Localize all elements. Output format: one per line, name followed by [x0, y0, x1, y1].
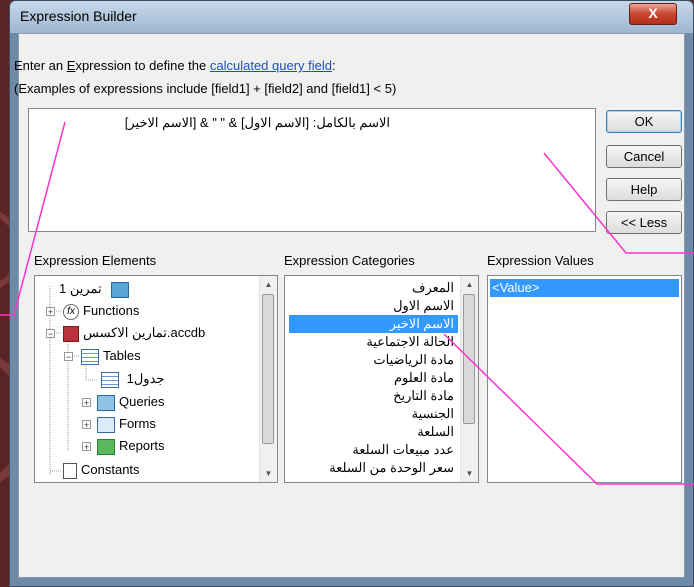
- constants-label: Constants: [81, 462, 140, 477]
- scroll-thumb[interactable]: [463, 294, 475, 424]
- database-label: تمارين الاكسس.accdb: [83, 325, 206, 340]
- expression-text[interactable]: الاسم بالكامل: [الاسم الاول] & " " & [ال…: [125, 115, 390, 131]
- cancel-button[interactable]: Cancel: [606, 145, 682, 168]
- queries-icon: [97, 394, 115, 411]
- reports-label: Reports: [119, 438, 165, 453]
- category-item[interactable]: عدد مبيعات السلعة: [289, 441, 458, 459]
- category-item[interactable]: الحالة الاجتماعية: [289, 333, 458, 351]
- less-button[interactable]: << Less: [606, 211, 682, 234]
- query-icon: [111, 281, 130, 298]
- category-item[interactable]: المعرف: [289, 279, 458, 297]
- intro-mid: xpression to define the: [75, 58, 210, 73]
- queries-label: Queries: [119, 394, 165, 409]
- categories-scrollbar[interactable]: ▲ ▼: [460, 276, 478, 482]
- forms-icon: [97, 416, 115, 433]
- expand-reports[interactable]: +: [82, 442, 91, 452]
- category-item[interactable]: مادة التاريخ: [289, 387, 458, 405]
- tree-item-queries[interactable]: Queries: [97, 391, 165, 413]
- dialog-title: Expression Builder: [20, 8, 137, 24]
- forms-label: Forms: [119, 416, 156, 431]
- calculated-query-field-link[interactable]: calculated query field: [210, 58, 332, 73]
- collapse-database[interactable]: −: [46, 329, 55, 339]
- help-button[interactable]: Help: [606, 178, 682, 201]
- collapse-tables[interactable]: −: [64, 352, 73, 362]
- category-item[interactable]: سعر الوحدة من السلعة: [289, 459, 458, 477]
- intro-prefix: Enter an: [14, 58, 67, 73]
- intro-line-2: (Examples of expressions include [field1…: [14, 81, 397, 96]
- expand-queries[interactable]: +: [82, 398, 91, 408]
- table-icon: [101, 371, 119, 388]
- function-icon: fx: [63, 303, 79, 320]
- tree-item-query[interactable]: تمرين 1: [59, 278, 133, 300]
- table1-label: جدول1: [126, 371, 165, 386]
- expression-elements-label: Expression Elements: [34, 253, 157, 268]
- scroll-up-arrow-icon[interactable]: ▲: [260, 276, 277, 293]
- ok-button[interactable]: OK: [606, 110, 682, 133]
- category-item-selected[interactable]: الاسم الاخير: [289, 315, 458, 333]
- title-bar[interactable]: Expression Builder X: [10, 1, 693, 33]
- elements-scrollbar[interactable]: ▲ ▼: [259, 276, 277, 482]
- category-item[interactable]: مادة الرياضيات: [289, 351, 458, 369]
- functions-label: Functions: [83, 303, 140, 318]
- tree-item-table1[interactable]: جدول1: [101, 368, 164, 390]
- tree-item-database[interactable]: تمارين الاكسس.accdb: [63, 322, 205, 344]
- category-item[interactable]: الاسم الاول: [289, 297, 458, 315]
- scroll-up-arrow-icon[interactable]: ▲: [461, 276, 478, 293]
- tree-item-functions[interactable]: fx Functions: [63, 300, 139, 322]
- scroll-thumb[interactable]: [262, 294, 274, 444]
- category-item[interactable]: مادة العلوم: [289, 369, 458, 387]
- expression-categories-label: Expression Categories: [284, 253, 415, 268]
- access-database-icon: [63, 325, 79, 342]
- expand-functions[interactable]: +: [46, 307, 55, 317]
- intro-line-1: Enter an Expression to define the calcul…: [14, 58, 336, 73]
- expand-forms[interactable]: +: [82, 420, 91, 430]
- tables-icon: [81, 348, 99, 365]
- expression-categories-list[interactable]: المعرف الاسم الاول الاسم الاخير الحالة ا…: [284, 275, 479, 483]
- close-button[interactable]: X: [629, 3, 677, 25]
- expression-elements-tree[interactable]: تمرين 1 + fx Functions − تمارين الاكسس.ac…: [34, 275, 278, 483]
- tree-item-tables[interactable]: Tables: [81, 345, 141, 367]
- category-item[interactable]: السلعة: [289, 423, 458, 441]
- scroll-down-arrow-icon[interactable]: ▼: [260, 465, 277, 482]
- tree-item-reports[interactable]: Reports: [97, 435, 165, 457]
- expression-values-label: Expression Values: [487, 253, 594, 268]
- intro-suffix: :: [332, 58, 336, 73]
- tables-label: Tables: [103, 348, 141, 363]
- category-item[interactable]: الجنسية: [289, 405, 458, 423]
- reports-icon: [97, 438, 115, 455]
- expression-values-list[interactable]: <Value>: [487, 275, 682, 483]
- scroll-down-arrow-icon[interactable]: ▼: [461, 465, 478, 482]
- expression-input[interactable]: الاسم بالكامل: [الاسم الاول] & " " & [ال…: [28, 108, 596, 232]
- query-label: تمرين 1: [59, 281, 102, 296]
- value-item-selected[interactable]: <Value>: [490, 279, 679, 297]
- tree-item-constants[interactable]: Constants: [63, 459, 140, 481]
- tree-item-forms[interactable]: Forms: [97, 413, 156, 435]
- constants-icon: [63, 462, 77, 479]
